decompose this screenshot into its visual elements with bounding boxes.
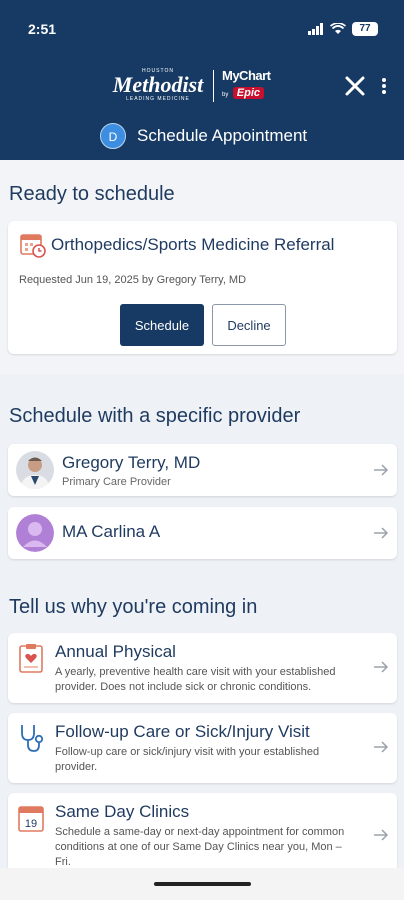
provider-avatar-placeholder: [16, 514, 54, 552]
provider-name: Gregory Terry, MD: [62, 453, 201, 472]
app-header: 2:51 77 HOUSTON Methodist LEADING MEDICI…: [0, 0, 404, 160]
visit-same-day-clinics[interactable]: 19 Same Day Clinics Schedule a same-day …: [8, 793, 397, 878]
houston-methodist-logo: HOUSTON Methodist LEADING MEDICINE: [112, 68, 204, 102]
arrow-right-icon: [374, 661, 389, 673]
arrow-right-icon: [374, 829, 389, 841]
reasons-heading: Tell us why you're coming in: [9, 596, 258, 618]
referral-requested: Requested Jun 19, 2025 by Gregory Terry,…: [19, 274, 247, 286]
provider-card-carlina[interactable]: MA Carlina A: [8, 507, 397, 559]
schedule-button[interactable]: Schedule: [120, 304, 204, 346]
visit-annual-physical[interactable]: Annual Physical A yearly, preventive hea…: [8, 633, 397, 703]
arrow-right-icon: [374, 741, 389, 753]
provider-photo: [16, 451, 54, 489]
calendar-day: 19: [25, 818, 37, 830]
more-options-icon[interactable]: [380, 76, 388, 96]
clipboard-heart-icon: [19, 644, 43, 673]
battery-icon: 77: [352, 22, 378, 36]
decline-button[interactable]: Decline: [212, 304, 286, 346]
status-icons: 77: [308, 22, 378, 36]
visit-title: Same Day Clinics: [55, 802, 190, 821]
page-title: Schedule Appointment: [137, 126, 308, 145]
close-icon[interactable]: [344, 75, 366, 97]
visit-title: Annual Physical: [55, 642, 176, 661]
providers-heading: Schedule with a specific provider: [9, 405, 301, 427]
calendar-19-icon: 19: [18, 806, 44, 832]
mychart-logo: MyChart by Epic: [222, 68, 271, 99]
logo-divider: [213, 70, 214, 102]
wifi-icon: [330, 23, 346, 34]
arrow-right-icon: [374, 527, 389, 539]
visit-description: A yearly, preventive health care visit w…: [55, 666, 336, 693]
page-title-row: D Schedule Appointment: [100, 122, 307, 150]
visit-description: Follow-up care or sick/injury visit with…: [55, 746, 320, 773]
signal-icon: [308, 23, 323, 35]
home-bar: [0, 868, 404, 900]
home-indicator[interactable]: [154, 882, 251, 886]
provider-role: Primary Care Provider: [62, 476, 171, 488]
ready-heading: Ready to schedule: [9, 183, 175, 205]
provider-name: MA Carlina A: [62, 522, 161, 541]
status-time: 2:51: [28, 21, 57, 37]
avatar[interactable]: D: [100, 123, 126, 149]
calendar-clock-icon: [20, 234, 46, 258]
referral-card: Orthopedics/Sports Medicine Referral Req…: [8, 221, 397, 354]
visit-description: Schedule a same-day or next-day appointm…: [55, 826, 345, 868]
visit-follow-up-care[interactable]: Follow-up Care or Sick/Injury Visit Foll…: [8, 713, 397, 783]
stethoscope-icon: [21, 725, 44, 752]
status-bar: 2:51 77: [0, 0, 404, 58]
provider-card-gregory-terry[interactable]: Gregory Terry, MD Primary Care Provider: [8, 444, 397, 496]
visit-title: Follow-up Care or Sick/Injury Visit: [55, 722, 310, 741]
referral-title: Orthopedics/Sports Medicine Referral: [51, 235, 335, 254]
arrow-right-icon: [374, 464, 389, 476]
